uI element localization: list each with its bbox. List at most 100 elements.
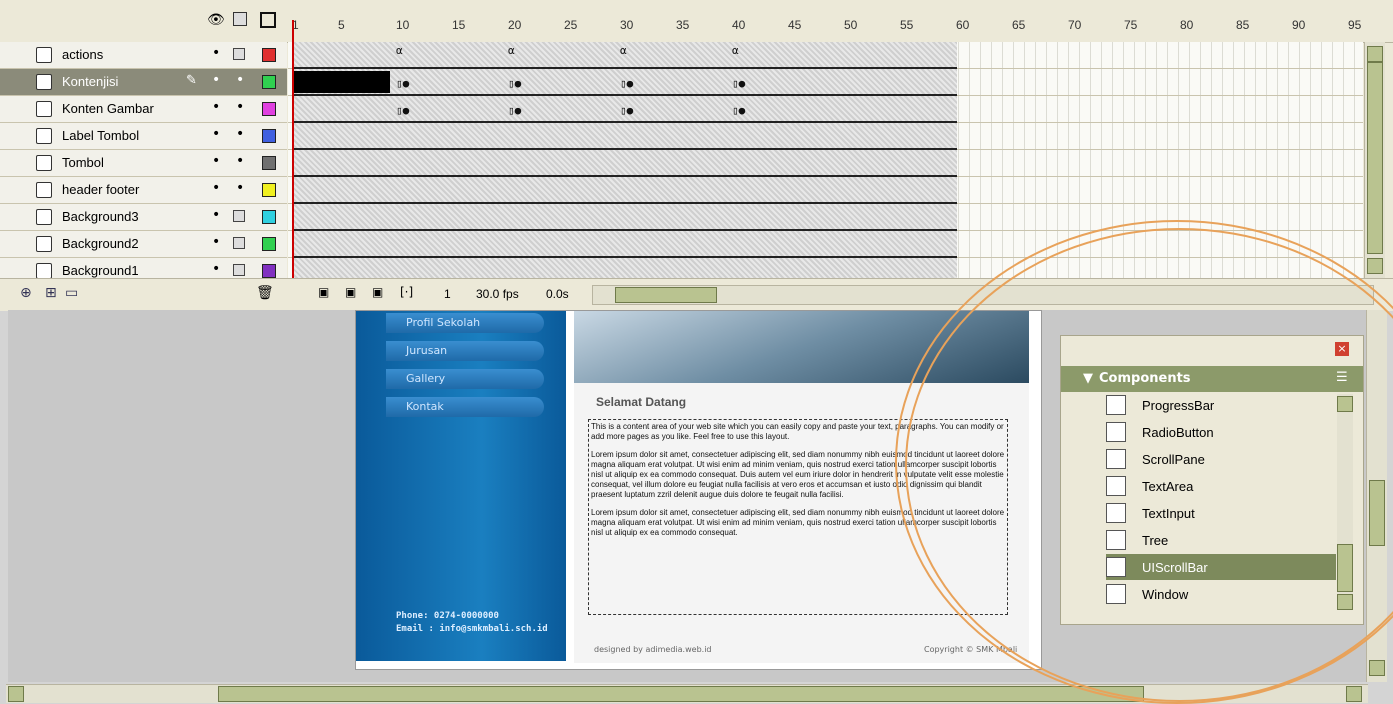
visibility-dot[interactable]: • (212, 207, 220, 223)
outline-icon[interactable] (260, 12, 276, 28)
eye-icon[interactable]: 👁 (207, 12, 225, 28)
action-keyframe[interactable]: α (620, 44, 627, 57)
frame-row[interactable]: ▯● ▯● ▯● ▯● (288, 69, 1363, 96)
frame-row[interactable] (288, 177, 1363, 204)
lock-icon[interactable] (233, 264, 245, 276)
layer-row[interactable]: Konten Gambar • • (0, 96, 287, 123)
onion-outline-icon[interactable]: ▣ (345, 285, 356, 299)
layer-row[interactable]: Label Tombol • • (0, 123, 287, 150)
frame-span[interactable] (292, 231, 957, 258)
frame-row[interactable]: ▯● ▯● ▯● ▯● (288, 96, 1363, 123)
layer-icon (36, 263, 52, 279)
layer-color-swatch[interactable] (262, 210, 276, 224)
layer-name[interactable]: Background2 (62, 236, 139, 251)
layer-name[interactable]: Background1 (62, 263, 139, 278)
layer-row[interactable]: actions • (0, 42, 287, 69)
ruler-tick: 60 (956, 18, 970, 32)
keyframe[interactable]: ▯● (732, 104, 745, 117)
layer-name[interactable]: Background3 (62, 209, 139, 224)
selected-frames[interactable] (294, 71, 390, 93)
visibility-dot[interactable]: • (212, 72, 220, 88)
visibility-dot[interactable]: • (212, 99, 220, 115)
lock-icon[interactable] (233, 237, 245, 249)
lock-dot[interactable]: • (236, 180, 244, 196)
menu-gallery[interactable]: Gallery (386, 369, 544, 389)
layer-color-swatch[interactable] (262, 102, 276, 116)
menu-jurusan[interactable]: Jurusan (386, 341, 544, 361)
frame-span[interactable] (292, 177, 957, 204)
menu-profil[interactable]: Profil Sekolah (386, 313, 544, 333)
add-guide-icon[interactable]: ⊞ (45, 285, 57, 301)
frame-span[interactable] (292, 204, 957, 231)
action-keyframe[interactable]: α (396, 44, 403, 57)
scroll-up-icon[interactable] (1367, 46, 1383, 62)
layer-color-swatch[interactable] (262, 237, 276, 251)
frame-span[interactable] (292, 150, 957, 177)
modify-markers-icon[interactable]: [·] (400, 285, 413, 299)
visibility-dot[interactable]: • (212, 234, 220, 250)
layer-color-swatch[interactable] (262, 75, 276, 89)
menu-kontak[interactable]: Kontak (386, 397, 544, 417)
frame-row[interactable]: αααα (288, 42, 1363, 69)
layer-color-swatch[interactable] (262, 264, 276, 278)
lock-dot[interactable]: • (236, 153, 244, 169)
edit-multiple-icon[interactable]: ▣ (372, 285, 383, 299)
keyframe[interactable]: ▯● (396, 104, 409, 117)
lock-dot[interactable]: • (236, 99, 244, 115)
designed-by: designed by adimedia.web.id (594, 645, 712, 654)
keyframe[interactable]: ▯● (620, 77, 633, 90)
frame-row[interactable] (288, 150, 1363, 177)
timeline-hscroll-thumb[interactable] (615, 287, 717, 303)
layer-name[interactable]: Label Tombol (62, 128, 139, 143)
ruler-tick: 65 (1012, 18, 1026, 32)
scroll-down-icon[interactable] (1367, 258, 1383, 274)
layer-name[interactable]: Konten Gambar (62, 101, 154, 116)
frame-rate[interactable]: 30.0 fps (476, 287, 519, 301)
keyframe[interactable]: ▯● (396, 77, 409, 90)
layer-row[interactable]: Background3 • (0, 204, 287, 231)
visibility-dot[interactable]: • (212, 45, 220, 61)
visibility-dot[interactable]: • (212, 126, 220, 142)
lock-icon[interactable] (233, 210, 245, 222)
playhead[interactable] (292, 20, 294, 288)
layer-color-swatch[interactable] (262, 183, 276, 197)
ruler-tick: 90 (1292, 18, 1306, 32)
action-keyframe[interactable]: α (508, 44, 515, 57)
layer-row[interactable]: Background2 • (0, 231, 287, 258)
add-layer-icon[interactable]: ⊕ (20, 285, 32, 301)
stage-hscroll-thumb[interactable] (218, 686, 1144, 702)
layer-row[interactable]: Kontenjisi ✎ • • (0, 69, 287, 96)
timeline-vscroll-thumb[interactable] (1367, 62, 1383, 254)
lock-icon[interactable] (233, 48, 245, 60)
layer-color-swatch[interactable] (262, 156, 276, 170)
frame-ruler[interactable]: 1 5 10 15 20 25 30 35 40 45 50 55 60 65 70 75 80 85 90 95 (288, 0, 1363, 42)
layer-name[interactable]: header footer (62, 182, 139, 197)
frame-span[interactable] (292, 123, 957, 150)
trash-icon[interactable]: 🗑 (256, 285, 274, 301)
visibility-dot[interactable]: • (212, 261, 220, 277)
layer-name[interactable]: actions (62, 47, 103, 62)
scroll-right-icon[interactable] (1346, 686, 1362, 702)
action-keyframe[interactable]: α (732, 44, 739, 57)
layer-color-swatch[interactable] (262, 48, 276, 62)
timeline-vscroll[interactable] (1364, 42, 1385, 278)
onion-skin-icon[interactable]: ▣ (318, 285, 329, 299)
lock-dot[interactable]: • (236, 72, 244, 88)
add-folder-icon[interactable]: ▭ (65, 285, 78, 301)
layer-color-swatch[interactable] (262, 129, 276, 143)
layer-row[interactable]: Tombol • • (0, 150, 287, 177)
keyframe[interactable]: ▯● (508, 104, 521, 117)
scroll-left-icon[interactable] (8, 686, 24, 702)
visibility-dot[interactable]: • (212, 153, 220, 169)
visibility-dot[interactable]: • (212, 180, 220, 196)
scroll-down-icon[interactable] (1369, 660, 1385, 676)
layer-name[interactable]: Kontenjisi (62, 74, 118, 89)
keyframe[interactable]: ▯● (508, 77, 521, 90)
keyframe[interactable]: ▯● (732, 77, 745, 90)
frame-row[interactable] (288, 123, 1363, 150)
layer-row[interactable]: header footer • • (0, 177, 287, 204)
lock-icon[interactable] (233, 12, 247, 26)
layer-name[interactable]: Tombol (62, 155, 104, 170)
lock-dot[interactable]: • (236, 126, 244, 142)
keyframe[interactable]: ▯● (620, 104, 633, 117)
